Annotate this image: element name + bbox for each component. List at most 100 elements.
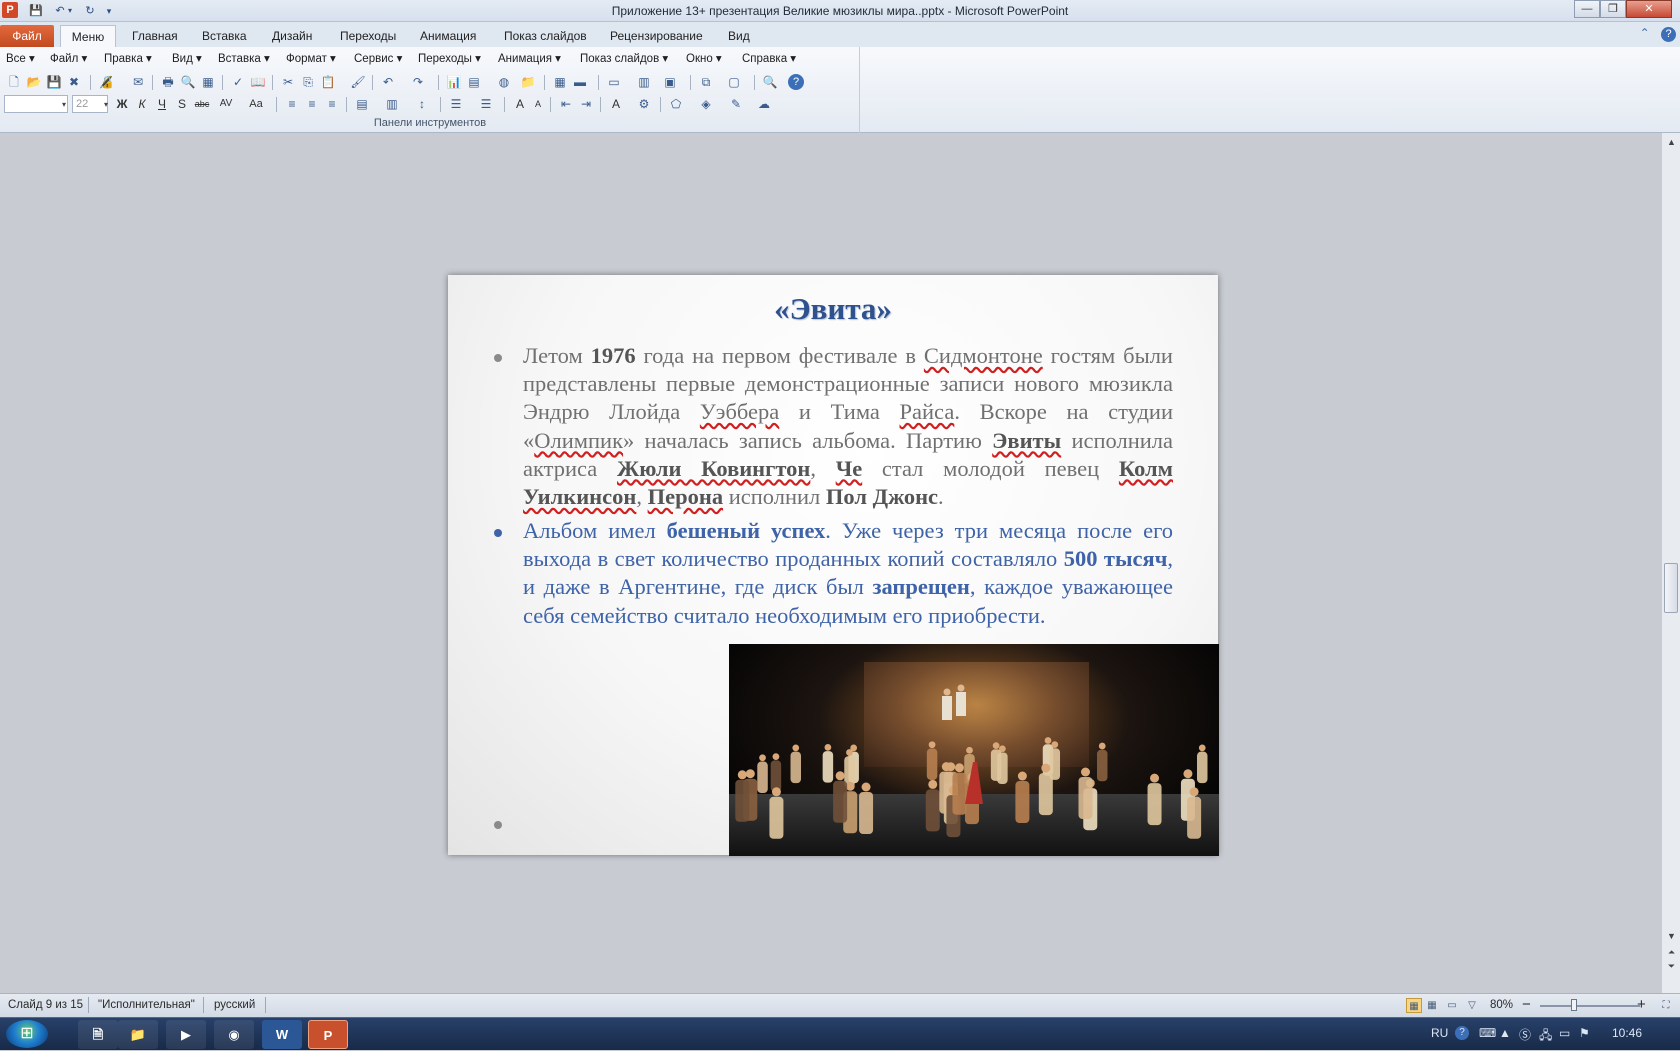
bold-icon[interactable]: Ж	[114, 96, 130, 112]
scroll-down-icon[interactable]: ▼	[1662, 931, 1680, 941]
menu-edit[interactable]: Правка ▾	[104, 51, 152, 65]
numbering-icon[interactable]: ☰	[448, 96, 464, 112]
line-color-icon[interactable]: ✎	[728, 96, 744, 112]
menu-animation[interactable]: Анимация ▾	[498, 51, 561, 65]
zoom-slider-thumb[interactable]	[1571, 999, 1577, 1011]
open-icon[interactable]: 📂	[26, 74, 42, 90]
change-case-icon[interactable]: Aa	[248, 96, 264, 112]
tab-menu[interactable]: Меню	[60, 25, 116, 47]
evita-stage-photo[interactable]	[729, 644, 1219, 856]
fill-color-icon[interactable]: ◈	[698, 96, 714, 112]
close-document-icon[interactable]: ✖	[66, 74, 82, 90]
tab-view[interactable]: Вид	[720, 25, 758, 47]
reading-view-icon[interactable]: ▭	[1444, 998, 1460, 1013]
save-icon[interactable]: 💾	[46, 74, 62, 90]
slide-counter[interactable]: Слайд 9 из 15	[8, 999, 83, 1011]
color-scheme-icon[interactable]: ▣	[662, 74, 678, 90]
character-spacing-icon[interactable]: AV	[218, 96, 234, 112]
paste-icon[interactable]: 📋	[320, 74, 336, 90]
scroll-up-icon[interactable]: ▲	[1662, 137, 1680, 147]
menu-transitions[interactable]: Переходы ▾	[418, 51, 481, 65]
action-center-flag-icon[interactable]: ⚑	[1579, 1026, 1590, 1040]
minimize-ribbon-icon[interactable]: ⌃	[1640, 26, 1650, 40]
clock[interactable]: 10:46	[1612, 1026, 1642, 1040]
decrease-indent-icon[interactable]: ⇤	[558, 96, 574, 112]
vertical-scrollbar[interactable]: ▲ ▼ ⏶ ⏷	[1661, 133, 1680, 993]
spelling-icon[interactable]: ✓	[230, 74, 246, 90]
tab-design[interactable]: Дизайн	[264, 25, 320, 47]
slide-paragraph-2[interactable]: Альбом имел бешеный успех. Уже через три…	[523, 517, 1173, 630]
zoom-level[interactable]: 80%	[1490, 999, 1513, 1011]
thumbnails-icon[interactable]: ▦	[200, 74, 216, 90]
columns-icon[interactable]: ▥	[636, 74, 652, 90]
tab-review[interactable]: Рецензирование	[602, 25, 711, 47]
file-icon[interactable]: 🗎	[78, 1020, 118, 1049]
print-preview-icon[interactable]: 🔍	[180, 74, 196, 90]
menu-format[interactable]: Формат ▾	[286, 51, 336, 65]
hidden-slide-icon[interactable]: ▢	[726, 74, 742, 90]
line-spacing-icon[interactable]: ↕	[414, 96, 430, 112]
undo-icon[interactable]: ↶	[380, 74, 396, 90]
language-indicator[interactable]: RU	[1431, 1026, 1448, 1040]
tab-insert[interactable]: Вставка	[194, 25, 255, 47]
font-color-icon[interactable]: A	[608, 96, 624, 112]
insert-folder-icon[interactable]: 📁	[520, 74, 536, 90]
menu-view[interactable]: Вид ▾	[172, 51, 202, 65]
chevron-down-icon[interactable]: ▾	[98, 97, 114, 113]
chevron-down-icon[interactable]: ▾	[56, 97, 72, 113]
menu-help[interactable]: Справка ▾	[742, 51, 796, 65]
align-center-icon[interactable]: ≡	[304, 96, 320, 112]
increase-indent-icon[interactable]: ⇥	[578, 96, 594, 112]
insert-smartart-icon[interactable]: ◍	[496, 74, 512, 90]
restore-button[interactable]: ❐	[1600, 0, 1626, 18]
new-document-icon[interactable]: 🗋	[6, 74, 22, 90]
shrink-font-icon[interactable]: A	[530, 96, 546, 112]
shadow-icon[interactable]: S	[174, 96, 190, 112]
columns-icon[interactable]: ▥	[384, 96, 400, 112]
tab-transitions[interactable]: Переходы	[332, 25, 404, 47]
copy-icon[interactable]: ⎘	[300, 74, 316, 90]
grow-font-icon[interactable]: A	[512, 96, 528, 112]
media-player-icon[interactable]: ▶	[166, 1020, 206, 1049]
menu-tools[interactable]: Сервис ▾	[354, 51, 402, 65]
tab-animations[interactable]: Анимация	[412, 25, 484, 47]
table-icon[interactable]: ▦	[552, 74, 568, 90]
bullets-icon[interactable]: ☰	[478, 96, 494, 112]
tab-file[interactable]: Файл	[0, 25, 54, 47]
keyboard-icon[interactable]: ⌨	[1479, 1026, 1496, 1040]
email-icon[interactable]: ✉	[130, 74, 146, 90]
scrollbar-thumb[interactable]	[1664, 563, 1678, 613]
border-icon[interactable]: ▬	[572, 74, 588, 90]
tab-slide-show[interactable]: Показ слайдов	[496, 25, 595, 47]
fit-to-window-icon[interactable]: ⛶	[1658, 998, 1674, 1013]
chrome-icon[interactable]: ◉	[214, 1020, 254, 1049]
explorer-icon[interactable]: 📁	[118, 1020, 158, 1049]
layout-icon[interactable]: ▭	[606, 74, 622, 90]
normal-view-icon[interactable]: ▦	[1406, 998, 1422, 1013]
close-button[interactable]: ✕	[1626, 0, 1672, 18]
zoom-icon[interactable]: 🔍	[762, 74, 778, 90]
powerpoint-icon[interactable]: P	[308, 1020, 348, 1049]
replace-fonts-icon[interactable]: ⚙	[636, 96, 652, 112]
strikethrough-icon[interactable]: abc	[194, 96, 210, 112]
help-icon[interactable]: ?	[788, 74, 804, 90]
help-icon[interactable]: ?	[1661, 27, 1676, 42]
language-indicator[interactable]: русский	[214, 999, 255, 1011]
slide-paragraph-1[interactable]: Летом 1976 года на первом фестивале в Си…	[523, 342, 1173, 511]
underline-icon[interactable]: Ч	[154, 96, 170, 112]
slide-sorter-icon[interactable]: ⧉	[698, 74, 714, 90]
word-icon[interactable]: W	[262, 1020, 302, 1049]
slide-sorter-view-icon[interactable]: ▦	[1424, 998, 1440, 1013]
cut-icon[interactable]: ✂	[280, 74, 296, 90]
redo-icon[interactable]: ↷	[410, 74, 426, 90]
next-slide-icon[interactable]: ⏷	[1662, 961, 1680, 972]
effects-icon[interactable]: ☁	[756, 96, 772, 112]
previous-slide-icon[interactable]: ⏶	[1662, 947, 1680, 958]
insert-table-icon[interactable]: ▤	[466, 74, 482, 90]
slide-show-view-icon[interactable]: ▽	[1464, 998, 1480, 1013]
zoom-slider[interactable]	[1540, 1005, 1640, 1007]
format-painter-icon[interactable]: 🖌	[350, 74, 366, 90]
slide-title[interactable]: «Эвита»	[448, 291, 1218, 327]
skype-icon[interactable]: Ⓢ	[1519, 1026, 1531, 1043]
print-icon[interactable]: 🖶	[160, 74, 176, 90]
